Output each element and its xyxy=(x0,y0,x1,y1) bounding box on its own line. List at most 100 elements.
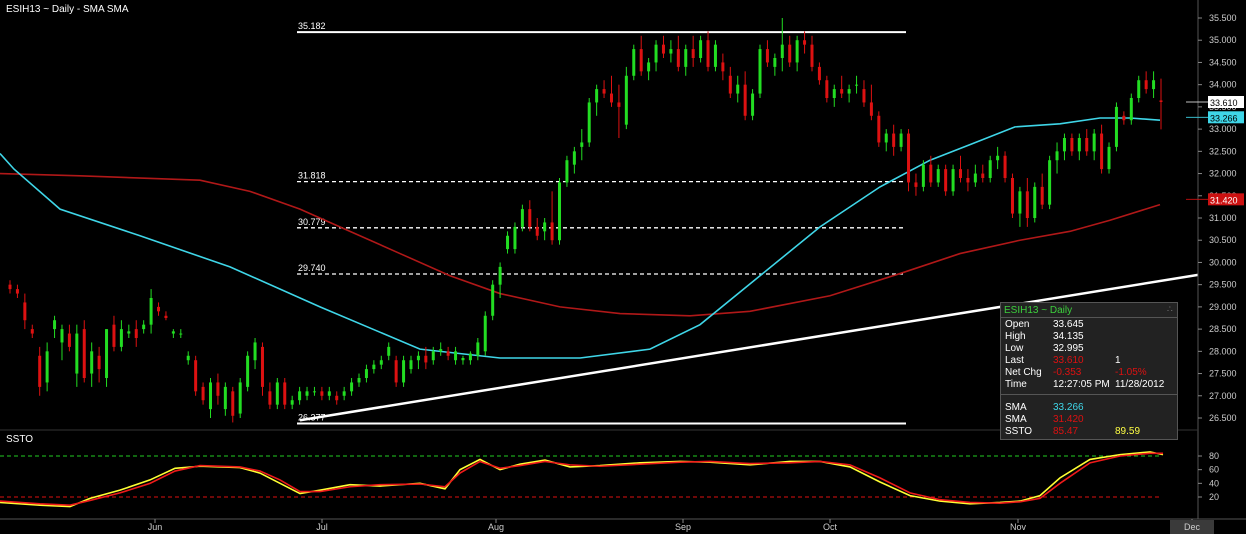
candle-body xyxy=(82,329,86,378)
candle-body xyxy=(632,49,636,76)
candle-body xyxy=(216,382,220,396)
price-tick-label: 30.500 xyxy=(1209,235,1237,245)
time-tick-label: Jul xyxy=(316,522,328,532)
time-tick-label: Jun xyxy=(148,522,163,532)
price-tick-label: 32.000 xyxy=(1209,169,1237,179)
candle-body xyxy=(394,360,398,383)
candle-body xyxy=(973,173,977,183)
candle-body xyxy=(283,382,287,405)
fib-level-label: 35.182 xyxy=(298,21,326,31)
candle-body xyxy=(1114,106,1118,147)
indicator-row-value: 33.266 xyxy=(1053,402,1084,413)
candle-body xyxy=(647,62,651,72)
candle-body xyxy=(713,44,717,67)
menu-dots-icon[interactable]: ∴ xyxy=(1167,305,1173,314)
info-row-value: 33.645 xyxy=(1053,319,1084,330)
candle-body xyxy=(996,155,1000,161)
candle-body xyxy=(520,209,524,227)
candle-body xyxy=(676,49,680,67)
candle-body xyxy=(112,324,116,347)
candle-body xyxy=(30,329,34,334)
candle-body xyxy=(832,89,836,98)
candle-body xyxy=(513,226,517,250)
candle-body xyxy=(1107,146,1111,170)
candle-body xyxy=(869,102,873,116)
candle-body xyxy=(840,89,844,94)
candle-body xyxy=(468,353,472,361)
candle-body xyxy=(1055,151,1059,161)
candle-body xyxy=(483,315,487,352)
candle-body xyxy=(379,360,383,365)
candle-body xyxy=(565,160,569,183)
ssto-tick-label: 60 xyxy=(1209,465,1219,475)
candle-body xyxy=(320,391,324,396)
candle-body xyxy=(157,306,161,312)
candle-body xyxy=(416,355,420,361)
info-row-label: Open xyxy=(1005,319,1030,330)
candle-body xyxy=(639,49,643,72)
price-tick-label: 34.500 xyxy=(1209,57,1237,67)
chart-canvas: 35.18231.81830.77929.74026.377 26.50027.… xyxy=(0,0,1246,534)
candle-body xyxy=(290,400,294,405)
candle-body xyxy=(1152,80,1156,90)
candle-body xyxy=(1144,80,1148,90)
time-tick-label: Sep xyxy=(675,522,691,532)
price-tick-label: 29.000 xyxy=(1209,302,1237,312)
candle-body xyxy=(119,329,123,347)
candle-body xyxy=(149,298,153,325)
candle-body xyxy=(580,142,584,147)
candle-body xyxy=(105,329,109,378)
candle-body xyxy=(758,49,762,94)
candle-body xyxy=(535,226,539,236)
indicator-row-label: SSTO xyxy=(1005,426,1033,437)
candle-body xyxy=(127,331,131,334)
ssto-tick-label: 80 xyxy=(1209,451,1219,461)
candle-body xyxy=(461,358,465,361)
candle-body xyxy=(914,182,918,187)
candle-body xyxy=(342,391,346,396)
candle-body xyxy=(424,355,428,363)
price-tick-label: 30.000 xyxy=(1209,257,1237,267)
candle-body xyxy=(773,58,777,67)
candle-body xyxy=(201,386,205,401)
sma-fast-line xyxy=(0,117,1161,359)
candle-body xyxy=(981,173,985,178)
candle-body xyxy=(275,382,279,405)
candle-body xyxy=(194,360,198,392)
candle-body xyxy=(372,364,376,370)
info-row-value: 32.995 xyxy=(1053,343,1084,354)
candle-body xyxy=(446,351,450,356)
price-tick-label: 32.500 xyxy=(1209,146,1237,156)
candle-body xyxy=(788,44,792,63)
candle-body xyxy=(238,382,242,414)
candle-body xyxy=(624,75,628,125)
time-tick-label: Dec xyxy=(1184,522,1201,532)
candle-body xyxy=(476,342,480,356)
ssto-tick-label: 20 xyxy=(1209,492,1219,502)
indicator-row-extra: 89.59 xyxy=(1115,426,1141,437)
candle-body xyxy=(1129,98,1133,121)
time-tick-label: Aug xyxy=(488,522,504,532)
candle-body xyxy=(855,84,859,86)
candle-body xyxy=(699,40,703,58)
candle-body xyxy=(661,44,665,54)
info-row-value: 33.610 xyxy=(1053,355,1084,366)
price-tick-label: 35.000 xyxy=(1209,35,1237,45)
candle-body xyxy=(988,160,992,178)
candle-body xyxy=(558,182,562,241)
ssto-panel xyxy=(0,451,1164,508)
candle-body xyxy=(246,355,250,387)
candle-body xyxy=(892,133,896,147)
candle-body xyxy=(669,49,673,54)
candle-body xyxy=(357,378,361,383)
price-tick-label: 35.500 xyxy=(1209,13,1237,23)
candle-body xyxy=(45,351,49,383)
candle-body xyxy=(617,102,621,107)
candle-body xyxy=(1070,138,1074,152)
candle-body xyxy=(751,93,755,116)
candle-body xyxy=(1159,100,1163,102)
indicator-row-value: 31.420 xyxy=(1053,414,1084,425)
candle-body xyxy=(90,351,94,374)
candle-body xyxy=(959,169,963,178)
candle-body xyxy=(142,324,146,330)
